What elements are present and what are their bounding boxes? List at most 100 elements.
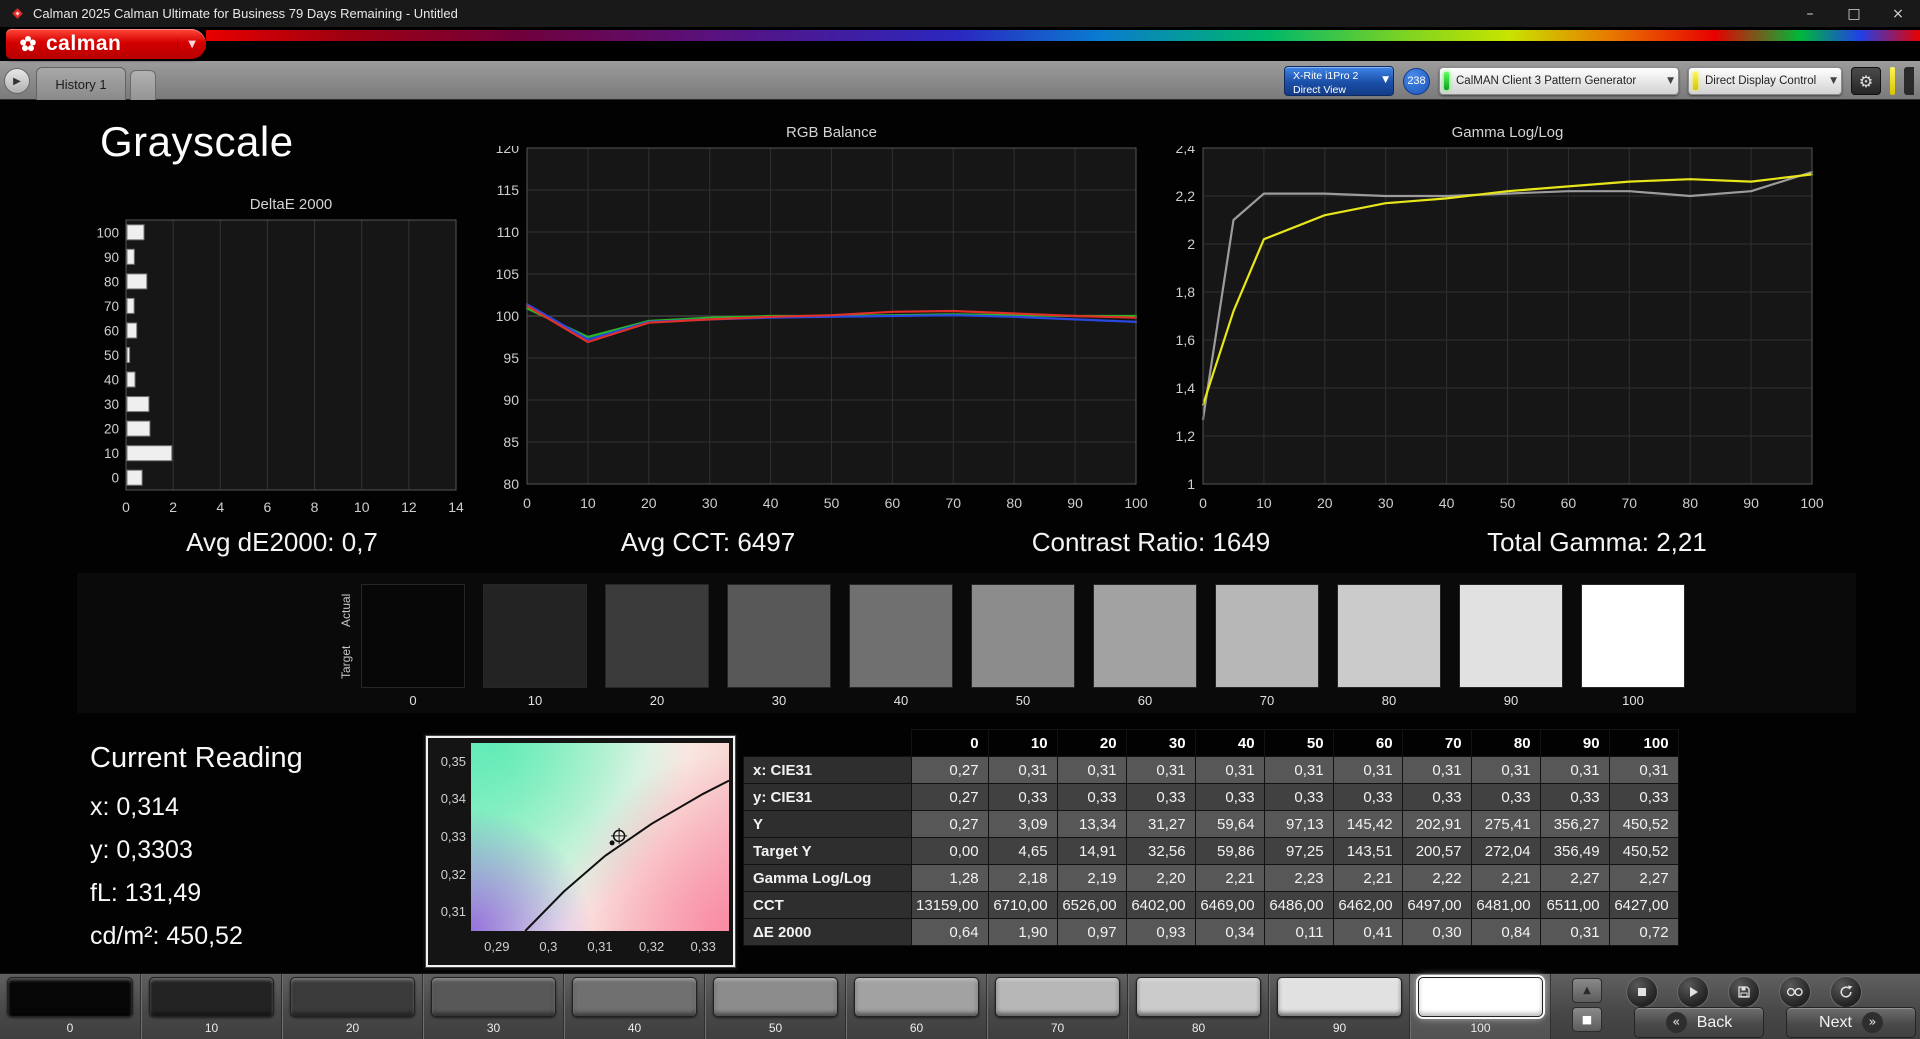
rainbow-strip	[206, 30, 1920, 41]
grayscale-swatch-70: 70	[1215, 584, 1319, 708]
svg-text:100: 100	[1800, 495, 1824, 511]
play-button[interactable]	[1677, 976, 1709, 1008]
svg-text:80: 80	[503, 476, 519, 492]
pattern-patch-30[interactable]	[431, 977, 556, 1017]
pattern-level-label: 10	[204, 1021, 219, 1035]
pattern-level-60[interactable]: 60	[846, 974, 987, 1039]
table-col-header-40: 40	[1194, 729, 1265, 757]
tab-bar: ▶ History 1 X-Rite i1Pro 2 Direct View ▼…	[0, 61, 1920, 100]
swatch-patch	[727, 584, 831, 688]
pattern-patch-80[interactable]	[1136, 977, 1261, 1017]
svg-text:6: 6	[264, 499, 272, 515]
nav-buttons: « Back Next »	[1634, 1007, 1916, 1038]
close-button[interactable]: ×	[1876, 0, 1920, 27]
actual-axis-label: Actual	[339, 593, 353, 627]
svg-text:110: 110	[497, 224, 520, 240]
cie-x-tick-label: 0,31	[587, 939, 613, 954]
swatch-level-label: 20	[649, 693, 665, 708]
green-accent-bar	[1444, 72, 1449, 90]
table-cell: 0,84	[1470, 918, 1541, 946]
pattern-level-90[interactable]: 90	[1269, 974, 1410, 1039]
pattern-level-20[interactable]: 20	[282, 974, 423, 1039]
swatch-patch	[361, 584, 465, 688]
cie-y-tick-label: 0,33	[440, 829, 466, 844]
grayscale-swatch-30: 30	[727, 584, 831, 708]
refresh-button[interactable]	[1830, 976, 1862, 1008]
pattern-window-button[interactable]: ■	[1572, 1007, 1602, 1032]
table-cell: 275,41	[1470, 810, 1541, 838]
pattern-patch-90[interactable]	[1277, 977, 1402, 1017]
window-controls: – □ ×	[1788, 0, 1920, 27]
table-row-label: ΔE 2000	[743, 918, 912, 946]
minimize-button[interactable]: –	[1788, 0, 1832, 27]
tray-up-button[interactable]: ▲	[1572, 978, 1602, 1003]
table-cell: 97,25	[1263, 837, 1334, 865]
pattern-patch-50[interactable]	[713, 977, 838, 1017]
swatch-patch	[1093, 584, 1197, 688]
tab-history-1[interactable]: History 1	[36, 67, 126, 100]
pattern-level-0[interactable]: 0	[0, 974, 141, 1039]
svg-text:10: 10	[580, 495, 596, 511]
continuous-measure-button[interactable]	[1779, 976, 1811, 1008]
pattern-patch-70[interactable]	[995, 977, 1120, 1017]
reading-cdm2: cd/m²: 450,52	[90, 922, 243, 950]
pattern-patch-20[interactable]	[290, 977, 415, 1017]
history-expander-button[interactable]: ▶	[4, 68, 30, 94]
svg-text:120: 120	[496, 146, 520, 156]
display-control-dropdown[interactable]: Direct Display Control ▼	[1688, 67, 1842, 95]
pattern-level-100[interactable]: 100	[1410, 974, 1551, 1039]
table-cell: 13,34	[1056, 810, 1127, 838]
table-cell: 1,90	[987, 918, 1058, 946]
pattern-level-80[interactable]: 80	[1128, 974, 1269, 1039]
save-button[interactable]	[1728, 976, 1760, 1008]
table-cell: 0,33	[1332, 783, 1403, 811]
pattern-level-10[interactable]: 10	[141, 974, 282, 1039]
table-cell: 2,19	[1056, 864, 1127, 892]
pattern-patch-0[interactable]	[7, 977, 133, 1017]
table-cell: 145,42	[1332, 810, 1403, 838]
table-cell: 356,27	[1539, 810, 1610, 838]
cie-locus-overlay	[524, 779, 729, 931]
table-cell: 14,91	[1056, 837, 1127, 865]
settings-gear-button[interactable]: ⚙	[1851, 67, 1881, 95]
table-cell: 97,13	[1263, 810, 1334, 838]
table-row: ΔE 2000 0,64 1,90 0,97 0,93 0,34 0,11 0,41 0,30 0…	[743, 918, 1679, 946]
pattern-patch-10[interactable]	[149, 977, 274, 1017]
table-col-header-80: 80	[1470, 729, 1541, 757]
table-cell: 2,27	[1539, 864, 1610, 892]
table-cell: 0,41	[1332, 918, 1403, 946]
maximize-button[interactable]: □	[1832, 0, 1876, 27]
cie-x-tick-label: 0,32	[638, 939, 665, 954]
pattern-patch-100[interactable]	[1418, 977, 1543, 1017]
pattern-patch-60[interactable]	[854, 977, 979, 1017]
back-button[interactable]: « Back	[1634, 1007, 1764, 1038]
table-row-label: y: CIE31	[743, 783, 912, 811]
swatch-patch	[1215, 584, 1319, 688]
svg-text:30: 30	[702, 495, 718, 511]
meter-count-badge[interactable]: 238	[1403, 67, 1430, 95]
next-button[interactable]: Next »	[1786, 1007, 1916, 1038]
refresh-icon	[1840, 985, 1853, 998]
table-cell: 0,31	[987, 756, 1058, 784]
pattern-level-label: 0	[66, 1021, 74, 1035]
table-row: Gamma Log/Log 1,28 2,18 2,19 2,20 2,21 2,23 2,2…	[743, 864, 1679, 892]
chevron-down-icon: ▼	[1382, 75, 1389, 86]
pattern-level-30[interactable]: 30	[423, 974, 564, 1039]
pattern-level-50[interactable]: 50	[705, 974, 846, 1039]
pattern-generator-dropdown[interactable]: CalMAN Client 3 Pattern Generator ▼	[1439, 67, 1679, 95]
calman-menu-button[interactable]: calman ▼	[6, 29, 206, 59]
svg-text:70: 70	[1622, 495, 1638, 511]
new-tab-button[interactable]	[130, 70, 156, 100]
swatch-level-label: 10	[527, 693, 543, 708]
reading-fl: fL: 131,49	[90, 879, 202, 907]
svg-text:100: 100	[96, 225, 119, 240]
pattern-patch-40[interactable]	[572, 977, 697, 1017]
meter-select-dropdown[interactable]: X-Rite i1Pro 2 Direct View ▼	[1284, 66, 1394, 96]
chevron-down-icon: ▼	[1667, 76, 1674, 86]
grayscale-swatch-50: 50	[971, 584, 1075, 708]
table-row: Y 0,27 3,09 13,34 31,27 59,64 97,13 145,42 202,9…	[743, 810, 1679, 838]
stop-button[interactable]	[1626, 976, 1658, 1008]
table-cell: 6481,00	[1470, 891, 1541, 919]
pattern-level-70[interactable]: 70	[987, 974, 1128, 1039]
pattern-level-40[interactable]: 40	[564, 974, 705, 1039]
